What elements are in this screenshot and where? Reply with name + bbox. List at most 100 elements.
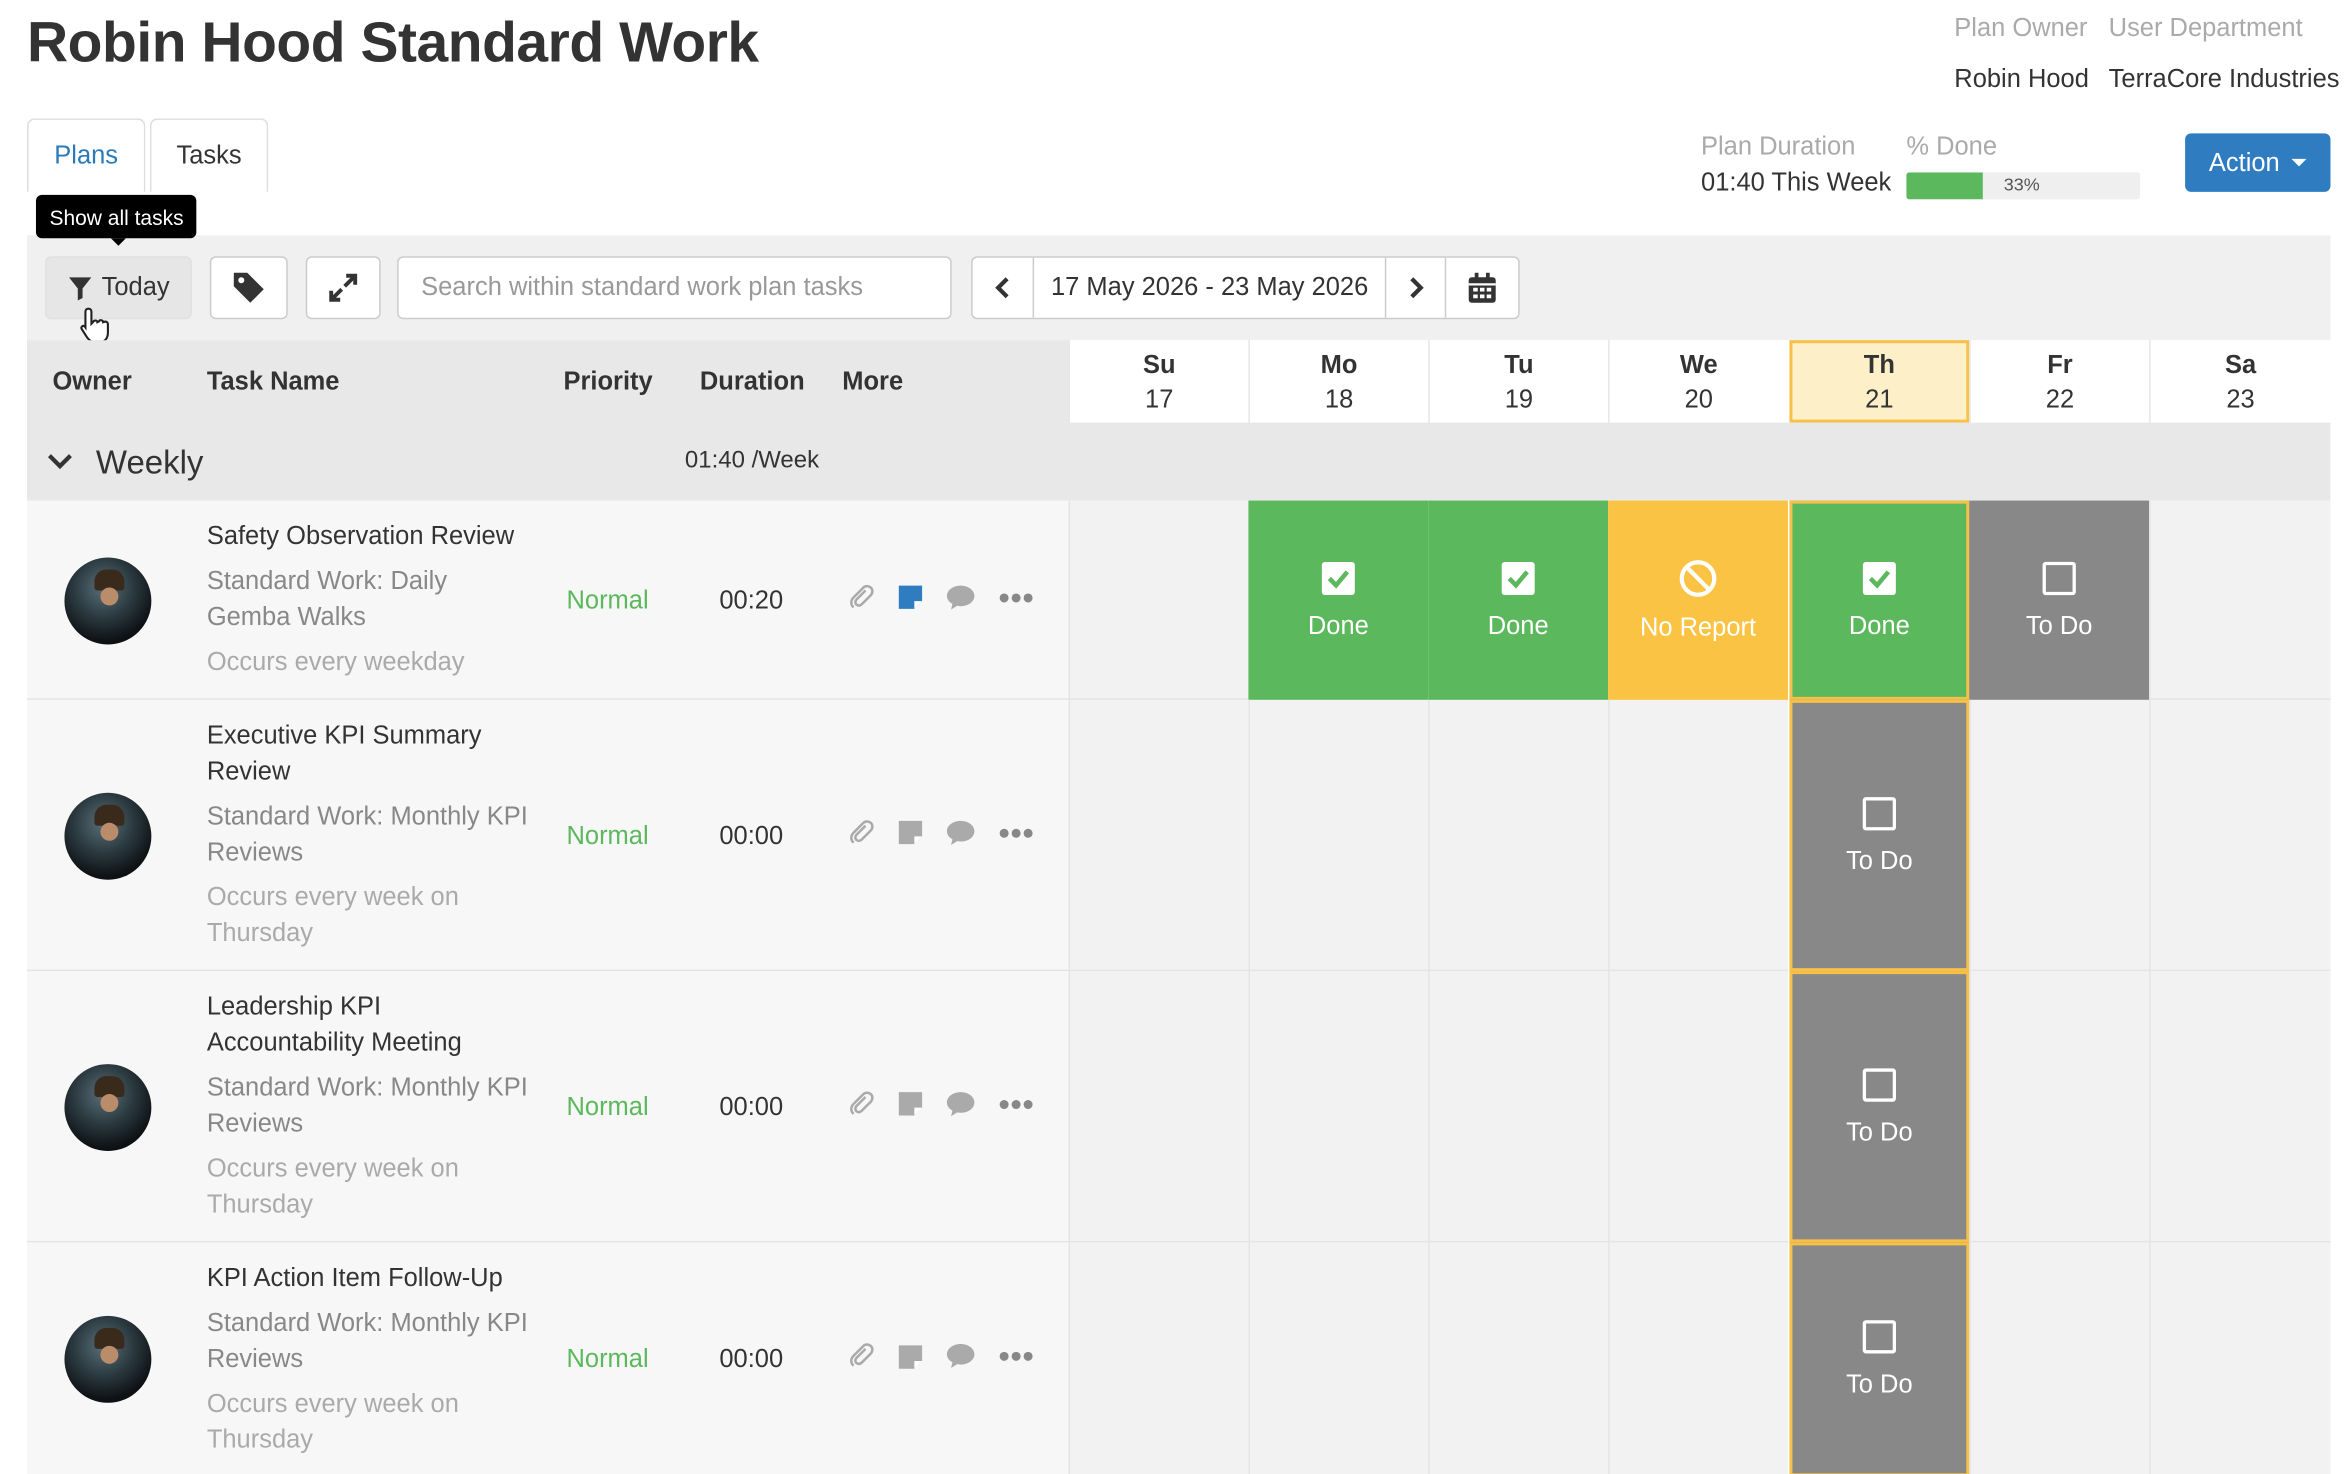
day-cell-empty — [1428, 971, 1609, 1243]
more-options-button[interactable] — [997, 581, 1036, 614]
status-label: Done — [1307, 610, 1369, 640]
task-recurrence: Occurs every week on Thursday — [206, 1389, 459, 1454]
calendar-button[interactable] — [1447, 258, 1519, 318]
tooltip-arrow — [110, 238, 126, 246]
comment-icon — [946, 820, 975, 845]
task-name[interactable]: KPI Action Item Follow-Up — [207, 1260, 529, 1296]
status-label: Done — [1487, 610, 1549, 640]
attachment-button[interactable] — [845, 816, 878, 849]
note-icon — [898, 585, 922, 609]
day-header-we: We 20 — [1608, 340, 1788, 423]
note-button[interactable] — [893, 1340, 926, 1373]
next-week-button[interactable] — [1387, 257, 1447, 318]
day-name: Sa — [2224, 349, 2257, 379]
task-recurrence: Occurs every weekday — [206, 647, 465, 676]
ellipsis-icon — [999, 1351, 1033, 1361]
group-row-weekly[interactable] — [26, 422, 2331, 501]
day-cell-empty — [1248, 699, 1429, 972]
day-number: 19 — [1504, 384, 1534, 413]
task-plan[interactable]: Standard Work: Monthly KPI Reviews — [207, 799, 529, 871]
caret-down-icon — [2291, 158, 2307, 167]
more-options-button[interactable] — [997, 816, 1036, 849]
previous-week-button[interactable] — [973, 257, 1034, 318]
status-done-cell[interactable]: Done — [1428, 500, 1609, 700]
column-more: More — [842, 367, 904, 396]
status-done-cell[interactable]: Done — [1789, 500, 1970, 700]
column-duration: Duration — [699, 367, 805, 396]
day-cell-empty — [2149, 1242, 2331, 1474]
action-button-label: Action — [2208, 147, 2280, 177]
expand-icon — [329, 273, 358, 302]
group-duration: 01:40 /Week — [684, 448, 820, 474]
day-number: 17 — [1145, 384, 1174, 413]
show-all-tasks-tooltip: Show all tasks — [35, 194, 198, 239]
chevron-down-icon[interactable] — [46, 451, 73, 472]
chevron-right-icon — [1410, 277, 1424, 299]
more-options-button[interactable] — [997, 1340, 1036, 1373]
expand-button[interactable] — [305, 256, 381, 320]
date-navigator: 17 May 2026 - 23 May 2026 — [971, 256, 1520, 320]
day-name: Tu — [1504, 349, 1534, 379]
task-recurrence: Occurs every week on Thursday — [206, 1153, 459, 1219]
day-cell-empty — [1068, 699, 1249, 972]
percent-done-fill — [1906, 172, 1984, 200]
checkbox-checked-icon — [1321, 561, 1355, 595]
day-name: Fr — [2047, 349, 2073, 379]
note-button[interactable] — [893, 816, 926, 849]
task-name[interactable]: Leadership KPI Accountability Meeting — [207, 989, 529, 1061]
column-priority: Priority — [563, 367, 653, 396]
day-name: Mo — [1320, 349, 1358, 379]
note-button[interactable] — [893, 1087, 926, 1120]
comment-button[interactable] — [944, 1340, 977, 1373]
more-options-button[interactable] — [997, 1087, 1036, 1120]
task-info: KPI Action Item Follow-Up Standard Work: … — [207, 1260, 529, 1458]
day-header-su: Su 17 — [1068, 340, 1249, 423]
percent-done-text: 33% — [2003, 173, 2040, 195]
day-name: We — [1679, 349, 1718, 379]
status-no-report-cell[interactable]: No Report — [1608, 500, 1788, 700]
comment-button[interactable] — [944, 816, 977, 849]
attachment-button[interactable] — [845, 1340, 878, 1373]
action-button[interactable]: Action — [2185, 133, 2331, 192]
comment-icon — [946, 1091, 975, 1116]
day-header-fr: Fr 22 — [1969, 340, 2150, 423]
date-range-label[interactable]: 17 May 2026 - 23 May 2026 — [1034, 257, 1388, 318]
tab-tasks[interactable]: Tasks — [149, 118, 269, 192]
avatar — [64, 792, 152, 879]
day-cell-empty — [1969, 699, 2150, 972]
status-todo-cell[interactable]: To Do — [1969, 500, 2150, 700]
paperclip-icon — [850, 1090, 874, 1115]
tab-plans[interactable]: Plans — [26, 118, 146, 192]
task-duration: 00:00 — [719, 1344, 784, 1373]
task-recurrence: Occurs every week on Thursday — [206, 882, 459, 948]
status-done-cell[interactable]: Done — [1248, 500, 1429, 700]
checkbox-checked-icon — [1501, 561, 1535, 595]
task-name[interactable]: Executive KPI Summary Review — [207, 718, 529, 790]
tag-filter-button[interactable] — [209, 256, 288, 320]
status-label: To Do — [1846, 1369, 1913, 1399]
task-plan[interactable]: Standard Work: Daily Gemba Walks — [207, 564, 529, 636]
attachment-button[interactable] — [845, 581, 878, 614]
group-label: Weekly — [95, 443, 204, 482]
attachment-button[interactable] — [845, 1087, 878, 1120]
day-number: 20 — [1684, 384, 1713, 413]
ellipsis-icon — [999, 828, 1033, 838]
note-icon — [898, 1092, 922, 1116]
column-task-name: Task Name — [206, 367, 340, 396]
status-todo-cell[interactable]: To Do — [1789, 1242, 1970, 1474]
status-todo-cell[interactable]: To Do — [1789, 971, 1970, 1243]
status-todo-cell[interactable]: To Do — [1789, 699, 1970, 972]
task-name[interactable]: Safety Observation Review — [207, 519, 529, 555]
task-search-input[interactable]: Search within standard work plan tasks — [397, 256, 952, 320]
today-filter-button[interactable]: Today — [44, 256, 192, 320]
column-owner: Owner — [52, 367, 132, 396]
filter-icon — [68, 276, 92, 300]
ellipsis-icon — [999, 592, 1033, 602]
comment-button[interactable] — [944, 581, 977, 614]
tag-icon — [233, 272, 264, 303]
comment-button[interactable] — [944, 1087, 977, 1120]
note-button[interactable] — [893, 581, 926, 614]
day-cell-empty — [1068, 971, 1249, 1243]
task-plan[interactable]: Standard Work: Monthly KPI Reviews — [207, 1305, 529, 1377]
task-plan[interactable]: Standard Work: Monthly KPI Reviews — [207, 1070, 529, 1142]
